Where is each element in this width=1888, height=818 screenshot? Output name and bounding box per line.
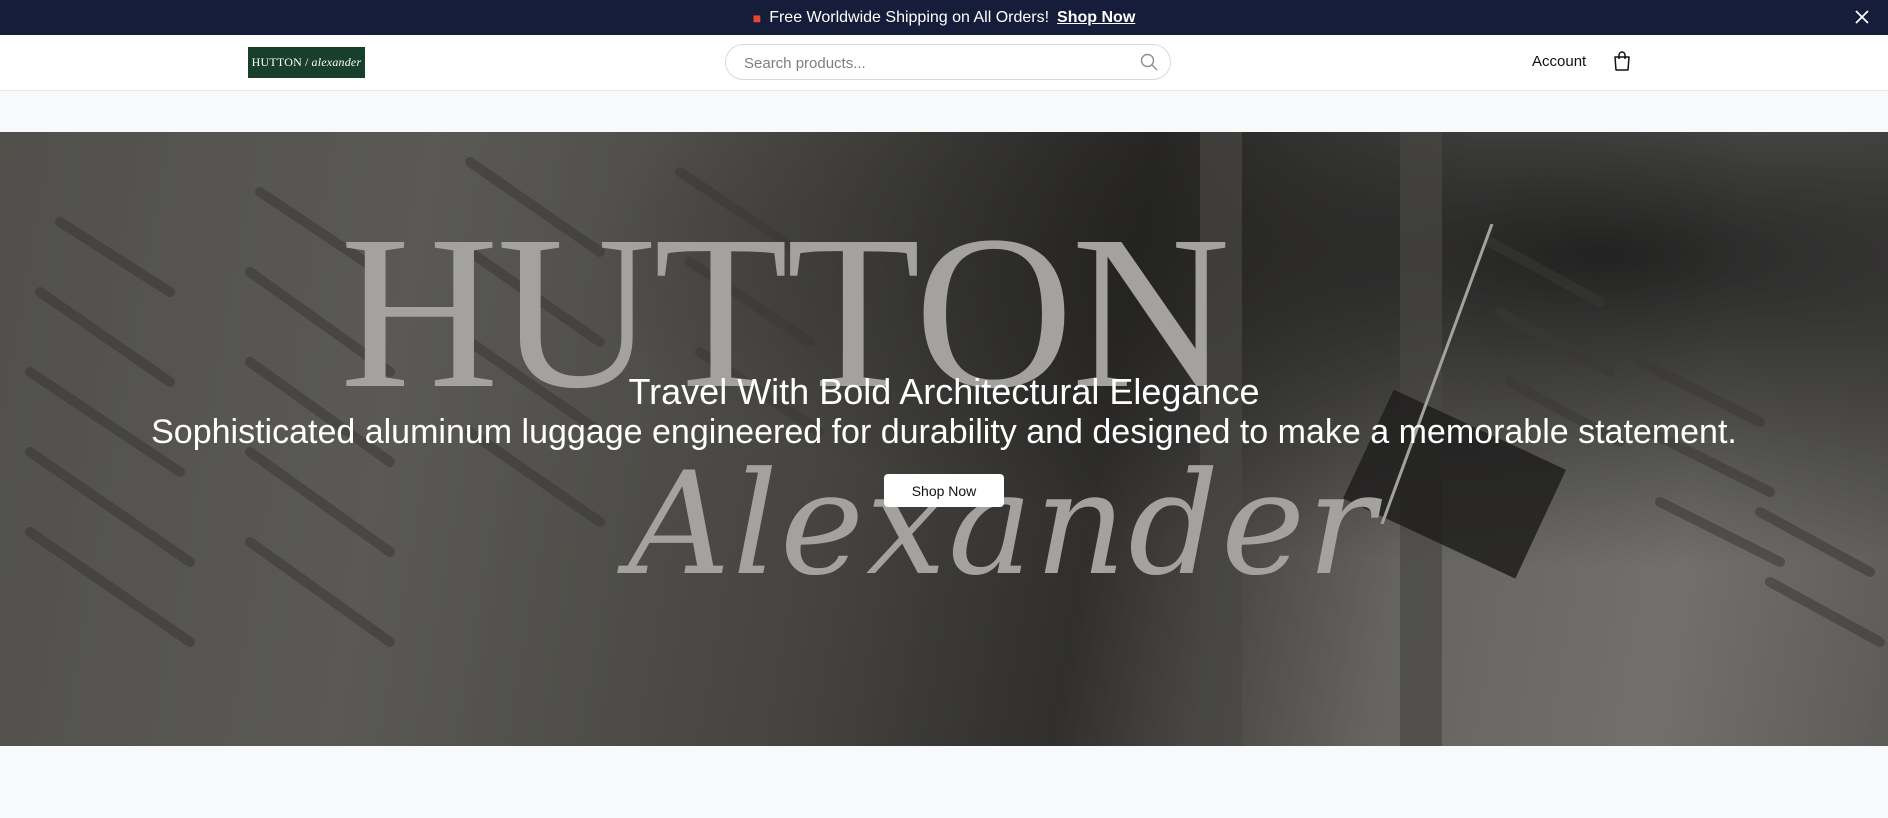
hero-title: Travel With Bold Architectural Elegance [628,371,1260,412]
search-box [725,44,1171,81]
hero-shop-now-button[interactable]: Shop Now [884,474,1004,507]
logo[interactable]: HUTTON / alexander [248,47,365,78]
site-header: HUTTON / alexander Account [0,35,1888,91]
search-input[interactable] [742,45,1126,81]
hero-banner: HUTTON Alexander Travel With Bold Archit… [0,132,1888,746]
account-link[interactable]: Account [1532,53,1586,70]
hero-brand-script: Alexander [628,442,1378,607]
truck-icon: ■ [752,9,762,26]
announcement-text: Free Worldwide Shipping on All Orders! [769,8,1050,26]
search-icon[interactable] [1140,53,1158,71]
announcement-shop-now-link[interactable]: Shop Now [1057,9,1135,27]
shopping-bag-icon[interactable] [1613,51,1631,71]
close-icon[interactable] [1852,7,1872,27]
hero-subtitle: Sophisticated aluminum luggage engineere… [151,413,1737,451]
announcement-bar: ■ Free Worldwide Shipping on All Orders!… [0,0,1888,35]
